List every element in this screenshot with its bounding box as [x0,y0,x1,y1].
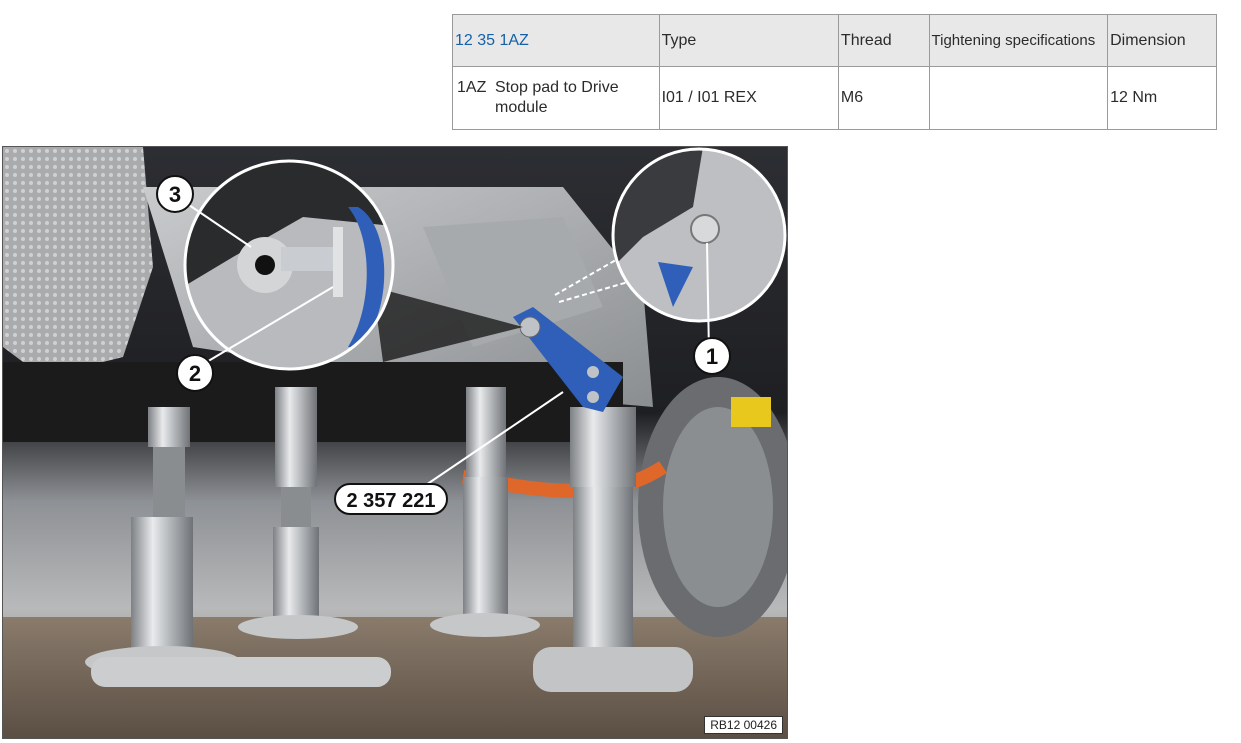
cell-item: 1AZ Stop pad to Drive module [452,66,660,130]
callout-3: 3 [156,175,194,213]
cell-tightening [928,66,1109,130]
cell-dimension: 12 Nm [1107,66,1217,130]
callout-3-label: 3 [169,182,181,207]
item-code: 1AZ [457,79,487,96]
item-description: Stop pad to Drive module [495,79,619,116]
callout-1-label: 1 [706,344,718,369]
motor-face [663,407,773,607]
figure-reference-number: RB12 00426 [704,716,783,734]
installation-photo: 3 2 1 2 357 221 RB12 00426 [2,146,788,739]
callout-2-label: 2 [189,361,201,386]
header-code: 12 35 1AZ [452,14,660,67]
warning-label [731,397,771,427]
callout-1: 1 [693,337,731,375]
tool-number-label: 2 357 221 [347,490,436,512]
photo-illustration: 3 2 1 2 357 221 [3,147,787,738]
callout-tool-number: 2 357 221 [334,483,448,515]
header-thread: Thread [837,14,930,67]
cell-thread: M6 [837,66,930,130]
callout-2: 2 [176,354,214,392]
header-type: Type [658,14,839,67]
header-dimension: Dimension [1107,14,1217,67]
tightening-spec-table: 12 35 1AZ Type Thread Tightening specifi… [452,14,1217,130]
header-tightening: Tightening specifications [928,14,1109,67]
table-header-row: 12 35 1AZ Type Thread Tightening specifi… [452,14,1217,67]
cell-type: I01 / I01 REX [658,66,839,130]
table-row: 1AZ Stop pad to Drive module I01 / I01 R… [452,66,1217,130]
header-tightening-label: Tightening specifications [931,31,1096,49]
